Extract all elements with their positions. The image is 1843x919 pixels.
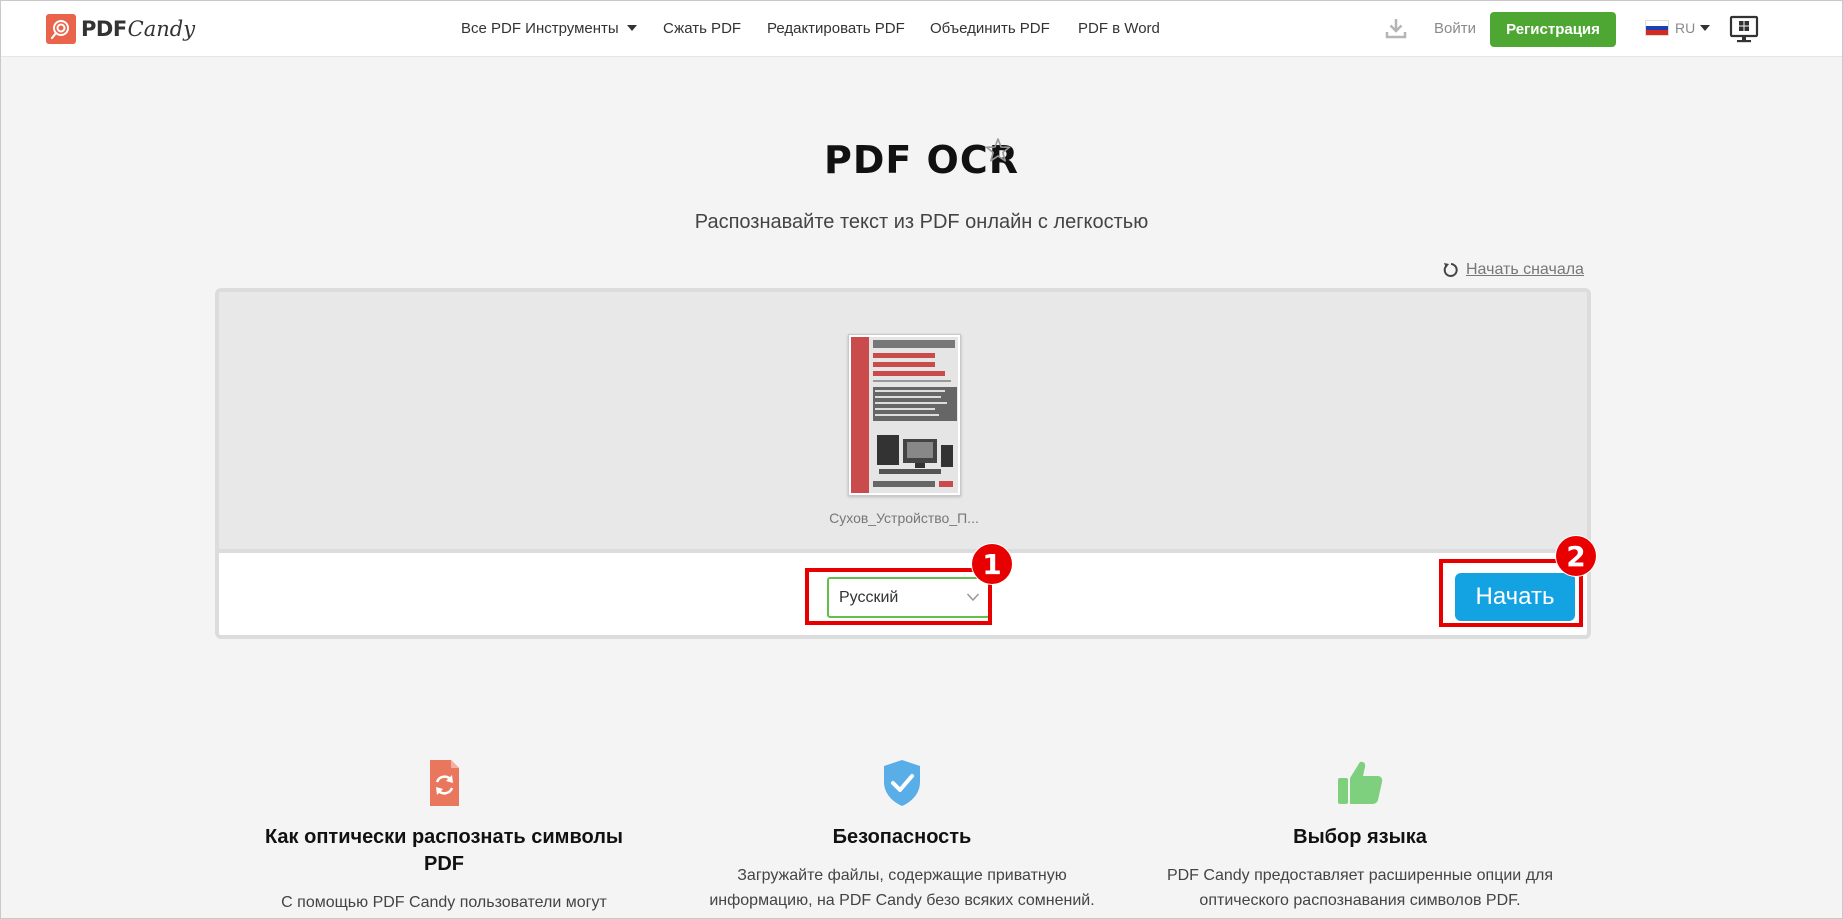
refresh-icon xyxy=(1443,263,1458,277)
top-navbar: PDF Candy Все PDF Инструменты Сжать PDF … xyxy=(0,0,1843,57)
feature-text: С помощью PDF Candy пользователи могут xyxy=(281,894,607,911)
page-subtitle: Распознавайте текст из PDF онлайн с легк… xyxy=(694,211,1149,233)
pdf-thumbnail[interactable] xyxy=(848,334,961,496)
file-convert-icon xyxy=(430,760,459,806)
feature-title: Выбор языка xyxy=(1293,826,1427,848)
caret-down-icon xyxy=(1700,25,1711,31)
annotation-box-1 xyxy=(805,568,992,625)
restart-link[interactable]: Начать сначала xyxy=(1442,261,1584,279)
annotation-badge-1: 1 xyxy=(972,544,1012,584)
book-cover-image xyxy=(849,335,960,495)
shield-check-icon xyxy=(884,760,920,806)
nav-all-tools-label: Все PDF Инструменты xyxy=(461,20,619,37)
favorite-star-icon[interactable] xyxy=(985,137,1011,163)
nav-merge-pdf[interactable]: Объединить PDF xyxy=(930,20,1050,37)
page-title: PDF OCR xyxy=(823,138,1020,182)
caret-down-icon xyxy=(626,25,637,31)
login-link[interactable]: Войти xyxy=(1434,20,1476,37)
signup-button[interactable]: Регистрация xyxy=(1490,12,1616,47)
restart-label: Начать сначала xyxy=(1466,261,1584,278)
nav-compress-pdf[interactable]: Сжать PDF xyxy=(663,20,741,37)
logo-text-pdf: PDF xyxy=(81,17,127,41)
nav-all-tools[interactable]: Все PDF Инструменты xyxy=(461,20,637,37)
file-name: Сухов_Устройство_П... xyxy=(829,510,979,526)
feature-title: Как оптически распознать символы PDF xyxy=(264,826,624,875)
language-selector[interactable]: RU xyxy=(1645,20,1711,36)
thumbs-up-icon xyxy=(1338,761,1383,804)
feature-language: Выбор языка PDF Candy предоставляет расш… xyxy=(1160,758,1560,913)
nav-edit-pdf[interactable]: Редактировать PDF xyxy=(767,20,905,37)
logo-text-candy: Candy xyxy=(127,17,196,41)
russia-flag-icon xyxy=(1645,20,1669,36)
download-icon[interactable] xyxy=(1384,16,1408,40)
feature-text: PDF Candy предоставляет расширенные опци… xyxy=(1166,867,1554,909)
pdfcandy-logo[interactable]: PDF Candy xyxy=(46,14,195,44)
feature-text: Загружайте файлы, содержащие приватную и… xyxy=(709,867,1095,909)
nav-pdf-to-word[interactable]: PDF в Word xyxy=(1078,20,1160,37)
feature-how-to: Как оптически распознать символы PDF С п… xyxy=(244,758,644,915)
file-preview-area: Сухов_Устройство_П... xyxy=(219,292,1587,553)
annotation-badge-2: 2 xyxy=(1556,536,1596,576)
feature-title: Безопасность xyxy=(832,826,972,848)
desktop-app-icon[interactable] xyxy=(1729,14,1759,44)
lollipop-icon xyxy=(46,14,76,44)
language-code: RU xyxy=(1675,20,1696,36)
feature-security: Безопасность Загружайте файлы, содержащи… xyxy=(702,758,1102,913)
